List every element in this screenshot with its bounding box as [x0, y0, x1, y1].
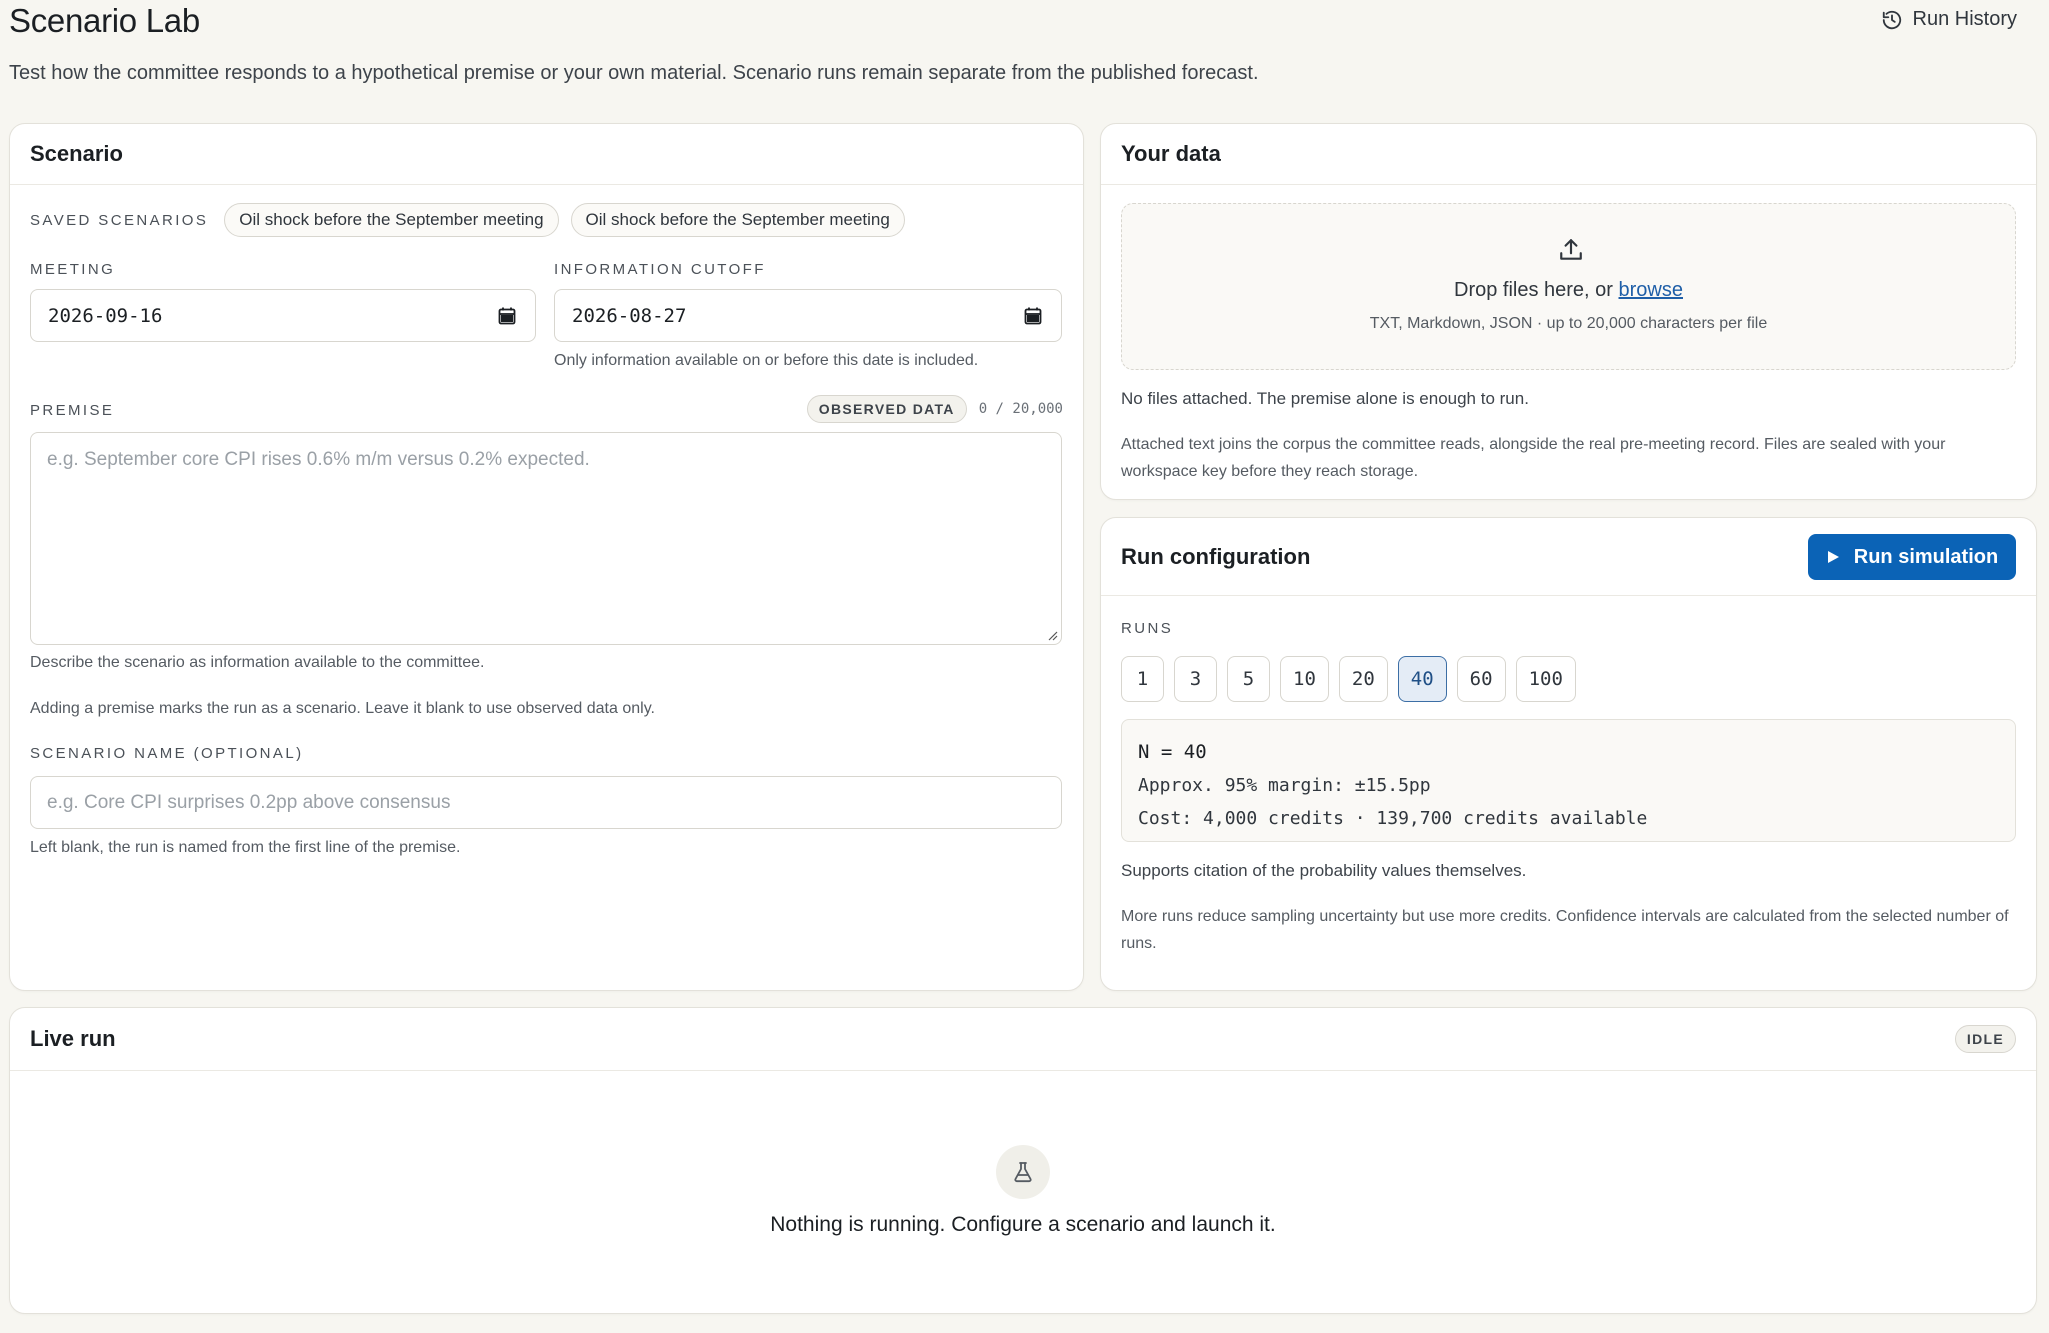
run-count-option[interactable]: 5 — [1227, 656, 1270, 702]
page-title: Scenario Lab — [9, 2, 200, 39]
scenario-name-help: Left blank, the run is named from the fi… — [30, 839, 461, 856]
run-count-option[interactable]: 3 — [1174, 656, 1217, 702]
run-history-button[interactable]: Run History — [1881, 8, 2017, 31]
run-simulation-button[interactable]: Run simulation — [1808, 534, 2016, 580]
run-count-option[interactable]: 20 — [1338, 656, 1388, 702]
scenario-name-placeholder: e.g. Core CPI surprises 0.2pp above cons… — [47, 791, 451, 813]
live-run-title: Live run — [30, 1026, 116, 1051]
run-configuration-card: Run configuration Run simulation Runs 13… — [1100, 517, 2037, 991]
scenario-name-input[interactable]: e.g. Core CPI surprises 0.2pp above cons… — [30, 776, 1062, 829]
scenario-name-label: Scenario name (optional) — [30, 745, 304, 762]
status-badge: IDLE — [1954, 1025, 2016, 1053]
file-dropzone[interactable]: Drop files here, or browse TXT, Markdown… — [1121, 203, 2016, 370]
meeting-date-input[interactable]: 2026-09-16 — [30, 289, 536, 342]
scenario-card-title: Scenario — [30, 141, 123, 166]
cutoff-label: Information cutoff — [554, 261, 766, 278]
observed-data-badge: Observed data — [806, 395, 967, 423]
drop-text: Drop files here, or — [1454, 279, 1619, 301]
drop-instructions: Drop files here, or browse — [1122, 279, 2015, 302]
premise-placeholder: e.g. September core CPI rises 0.6% m/m v… — [47, 449, 590, 470]
cutoff-date-value: 2026-08-27 — [572, 304, 687, 327]
flask-icon — [1014, 1162, 1032, 1183]
run-count-line: N = 40 — [1138, 741, 1207, 763]
your-data-note: Attached text joins the corpus the commi… — [1121, 436, 1946, 480]
run-stats-box: N = 40 Approx. 95% margin: ±15.5pp Cost:… — [1121, 719, 2016, 842]
saved-scenario-chip[interactable]: Oil shock before the September meeting — [224, 203, 559, 237]
history-icon — [1882, 10, 1901, 29]
browse-link[interactable]: browse — [1619, 279, 1683, 301]
run-support-text: Supports citation of the probability val… — [1121, 861, 1527, 880]
play-icon — [1827, 551, 1839, 563]
premise-textarea[interactable]: e.g. September core CPI rises 0.6% m/m v… — [30, 432, 1062, 645]
live-run-card: Live run IDLE Nothing is running. Config… — [9, 1007, 2037, 1314]
runs-options: 1 3 5 10 20 40 60 100 — [1121, 656, 1576, 702]
run-simulation-label: Run simulation — [1853, 545, 1999, 568]
premise-note: Adding a premise marks the run as a scen… — [30, 700, 655, 717]
cutoff-help: Only information available on or before … — [554, 352, 979, 369]
premise-help: Describe the scenario as information ava… — [30, 654, 485, 671]
page-subtitle: Test how the committee responds to a hyp… — [9, 62, 1259, 84]
run-count-option[interactable]: 1 — [1121, 656, 1164, 702]
your-data-title: Your data — [1121, 141, 1221, 166]
runs-label: Runs — [1121, 620, 1174, 637]
calendar-icon[interactable] — [1023, 306, 1043, 326]
run-count-option[interactable]: 60 — [1456, 656, 1506, 702]
run-count-option[interactable]: 40 — [1397, 656, 1447, 702]
run-count-option[interactable]: 10 — [1280, 656, 1329, 702]
accepted-formats: TXT, Markdown, JSON · up to 20,000 chara… — [1369, 315, 1768, 332]
margin-line: Approx. 95% margin: ±15.5pp — [1138, 775, 1431, 796]
saved-scenarios-row: Saved scenarios Oil shock before the Sep… — [30, 203, 905, 237]
your-data-card: Your data Drop files here, or browse TXT… — [1100, 123, 2037, 500]
saved-scenarios-label: Saved scenarios — [30, 211, 209, 229]
empty-state-icon-wrap — [996, 1145, 1050, 1199]
run-count-option[interactable]: 100 — [1515, 656, 1576, 702]
meeting-date-value: 2026-09-16 — [48, 304, 163, 327]
saved-scenario-chip[interactable]: Oil shock before the September meeting — [570, 203, 905, 237]
run-history-label: Run History — [1912, 8, 2017, 30]
premise-char-count: 0 / 20,000 — [978, 401, 1063, 417]
empty-state-message: Nothing is running. Configure a scenario… — [770, 1213, 1276, 1236]
premise-meta: Observed data 0 / 20,000 — [806, 395, 1063, 423]
scenario-lab-page: Scenario Lab Run History Test how the co… — [0, 0, 2049, 1333]
premise-label: Premise — [30, 402, 115, 419]
cutoff-date-input[interactable]: 2026-08-27 — [554, 289, 1062, 342]
meeting-label: Meeting — [30, 261, 116, 278]
run-configuration-title: Run configuration — [1121, 543, 1311, 569]
resize-handle-icon[interactable] — [1046, 629, 1058, 641]
calendar-icon[interactable] — [497, 306, 517, 326]
cost-line: Cost: 4,000 credits · 139,700 credits av… — [1138, 808, 1648, 829]
no-files-text: No files attached. The premise alone is … — [1121, 389, 1529, 408]
scenario-card: Scenario Saved scenarios Oil shock befor… — [9, 123, 1084, 991]
upload-icon — [1560, 239, 1582, 260]
run-note: More runs reduce sampling uncertainty bu… — [1121, 908, 2009, 952]
